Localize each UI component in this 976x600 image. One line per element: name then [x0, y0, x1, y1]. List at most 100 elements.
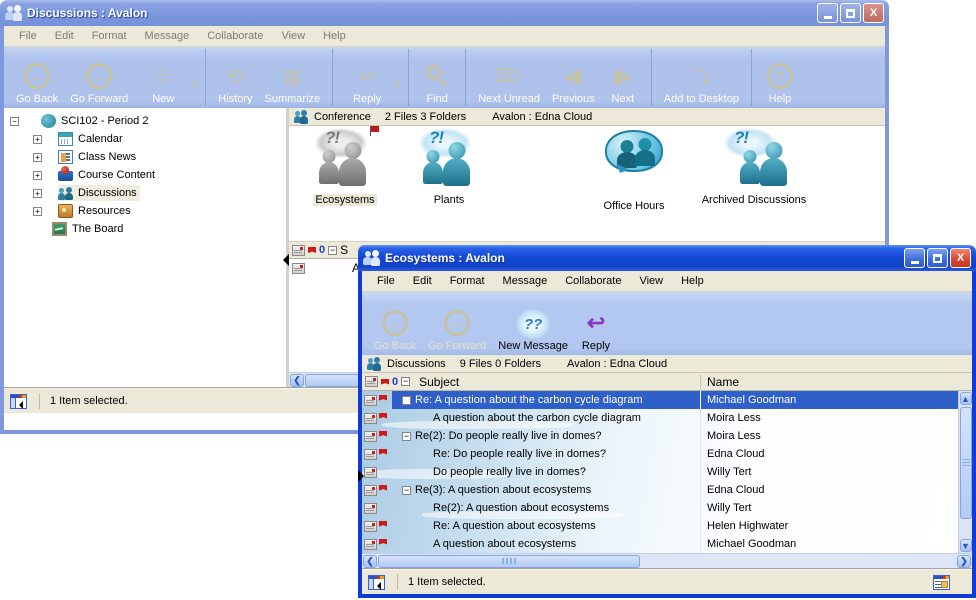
menu-collaborate[interactable]: Collaborate	[198, 28, 272, 44]
add-to-desktop-button[interactable]: ⤵ Add to Desktop	[658, 51, 745, 106]
message-subject[interactable]: Re(2): A question about ecosystems	[433, 502, 609, 514]
message-row[interactable]: − Re: A question about the carbon cycle …	[362, 391, 972, 409]
tree-label[interactable]: SCI102 - Period 2	[61, 115, 148, 127]
tree-item-sci102[interactable]: − SCI102 - Period 2	[4, 112, 286, 130]
new-message-button[interactable]: ?? New Message	[492, 296, 574, 353]
flag-column-icon[interactable]	[381, 379, 389, 385]
message-subject[interactable]: A question about the carbon cycle diagra…	[433, 412, 641, 424]
tree-label[interactable]: Resources	[78, 205, 131, 217]
go-forward-button[interactable]: → Go Forward	[422, 296, 492, 353]
menu-edit[interactable]: Edit	[404, 273, 441, 289]
message-row[interactable]: Do people really live in domes? Willy Te…	[362, 463, 972, 481]
ecosystems-titlebar[interactable]: Ecosystems : Avalon X	[358, 245, 976, 271]
attachment-column-icon[interactable]: 0	[392, 376, 398, 388]
conference-item-ecosystems[interactable]: ?! Ecosystems	[293, 130, 397, 206]
envelope-column-icon[interactable]	[292, 245, 305, 256]
scroll-right-arrow[interactable]: ❯	[957, 555, 971, 568]
close-button[interactable]: X	[950, 248, 971, 268]
conference-item-label[interactable]: Ecosystems	[313, 194, 376, 206]
conference-item-label[interactable]: Plants	[432, 194, 467, 206]
menu-message[interactable]: Message	[494, 273, 557, 289]
previous-button[interactable]: ◂▮ Previous	[546, 51, 601, 106]
conference-item-label[interactable]: Office Hours	[602, 200, 667, 212]
thread-collapse-box[interactable]: −	[402, 432, 411, 441]
message-subject[interactable]: A question about ecosystems	[433, 538, 576, 550]
menu-file[interactable]: File	[368, 273, 404, 289]
subject-column-header[interactable]: S	[340, 243, 348, 257]
thread-column-icon[interactable]: −	[328, 246, 337, 255]
tree-label[interactable]: Discussions	[78, 187, 137, 199]
conference-item-office-hours[interactable]: Office Hours	[574, 124, 694, 212]
message-sender[interactable]: Moira Less	[700, 427, 958, 445]
menu-collaborate[interactable]: Collaborate	[556, 273, 630, 289]
expand-box[interactable]: +	[33, 189, 42, 198]
menu-view[interactable]: View	[630, 273, 672, 289]
scroll-left-arrow[interactable]: ❮	[363, 555, 377, 568]
list-hscrollbar[interactable]: ❮ ❯	[362, 553, 972, 568]
tree-item-course-content[interactable]: + Course Content	[4, 166, 286, 184]
new-button[interactable]: ☷ New	[134, 51, 192, 106]
message-row[interactable]: − Re(3): A question about ecosystems Edn…	[362, 481, 972, 499]
message-sender[interactable]: Moira Less	[700, 409, 958, 427]
scroll-left-arrow[interactable]: ❮	[290, 374, 304, 387]
maximize-button[interactable]	[927, 248, 948, 268]
tree-label[interactable]: Class News	[78, 151, 136, 163]
tree-label[interactable]: Calendar	[78, 133, 123, 145]
menu-help[interactable]: Help	[672, 273, 713, 289]
menu-format[interactable]: Format	[441, 273, 494, 289]
envelope-column-icon[interactable]	[365, 376, 378, 387]
split-pane-toggle-icon[interactable]	[368, 575, 385, 590]
expand-box[interactable]: +	[33, 207, 42, 216]
close-button[interactable]: X	[863, 3, 884, 23]
maximize-button[interactable]	[840, 3, 861, 23]
tree-item-resources[interactable]: + Resources	[4, 202, 286, 220]
message-subject[interactable]: Re: Do people really live in domes?	[433, 448, 606, 460]
reply-dropdown-arrow[interactable]: ▾	[395, 80, 400, 91]
message-row[interactable]: Re: Do people really live in domes? Edna…	[362, 445, 972, 463]
message-subject[interactable]: Re: A question about the carbon cycle di…	[415, 394, 642, 406]
tree-label[interactable]: The Board	[72, 223, 123, 235]
vscroll-thumb[interactable]	[960, 407, 972, 519]
expand-box[interactable]: +	[33, 171, 42, 180]
message-sender[interactable]: Willy Tert	[700, 463, 958, 481]
hscroll-thumb[interactable]	[378, 555, 640, 568]
scroll-down-arrow[interactable]: ▼	[960, 539, 972, 552]
discussions-titlebar[interactable]: Discussions : Avalon X	[0, 0, 889, 26]
message-sender[interactable]: Edna Cloud	[700, 481, 958, 499]
tree-item-discussions[interactable]: + Discussions	[4, 184, 286, 202]
message-row[interactable]: A question about ecosystems Michael Good…	[362, 535, 972, 553]
new-dropdown-arrow[interactable]: ▾	[192, 80, 197, 91]
menu-file[interactable]: File	[10, 28, 46, 44]
conference-item-archived-discussions[interactable]: ?! Archived Discussions	[679, 130, 829, 206]
pane-collapse-arrow[interactable]	[358, 470, 364, 482]
find-button[interactable]: Find	[415, 51, 459, 106]
next-unread-button[interactable]: ⌦ Next Unread	[472, 51, 546, 106]
minimize-button[interactable]	[904, 248, 925, 268]
message-subject[interactable]: Re(2): Do people really live in domes?	[415, 430, 601, 442]
minimize-button[interactable]	[817, 3, 838, 23]
expand-box[interactable]: +	[33, 153, 42, 162]
message-subject[interactable]: Do people really live in domes?	[433, 466, 586, 478]
reply-button[interactable]: ↩ Reply	[339, 51, 395, 106]
summarize-button[interactable]: ▤ Summarize	[259, 51, 327, 106]
subject-column-header[interactable]: Subject	[419, 375, 459, 389]
history-button[interactable]: ⟲ History	[212, 51, 258, 106]
attachment-column-icon[interactable]: 0	[319, 244, 325, 256]
go-back-button[interactable]: ← Go Back	[10, 51, 64, 106]
tree-item-class-news[interactable]: + Class News	[4, 148, 286, 166]
menu-help[interactable]: Help	[314, 28, 355, 44]
message-subject[interactable]: Re(3): A question about ecosystems	[415, 484, 591, 496]
collapse-box[interactable]: −	[10, 117, 19, 126]
message-subject[interactable]: Re: A question about ecosystems	[433, 520, 596, 532]
next-button[interactable]: ▮▸ Next	[601, 51, 645, 106]
conference-item-label[interactable]: Archived Discussions	[700, 194, 809, 206]
message-sender[interactable]: Edna Cloud	[700, 445, 958, 463]
thread-column-icon[interactable]: −	[401, 377, 410, 386]
tree-item-the-board[interactable]: The Board	[4, 220, 286, 238]
message-row[interactable]: − Re(2): Do people really live in domes?…	[362, 427, 972, 445]
thread-collapse-box[interactable]: −	[402, 396, 411, 405]
message-row[interactable]: Re: A question about ecosystems Helen Hi…	[362, 517, 972, 535]
help-button[interactable]: ? Help	[758, 51, 802, 106]
expand-box[interactable]: +	[33, 135, 42, 144]
message-sender[interactable]: Willy Tert	[700, 499, 958, 517]
